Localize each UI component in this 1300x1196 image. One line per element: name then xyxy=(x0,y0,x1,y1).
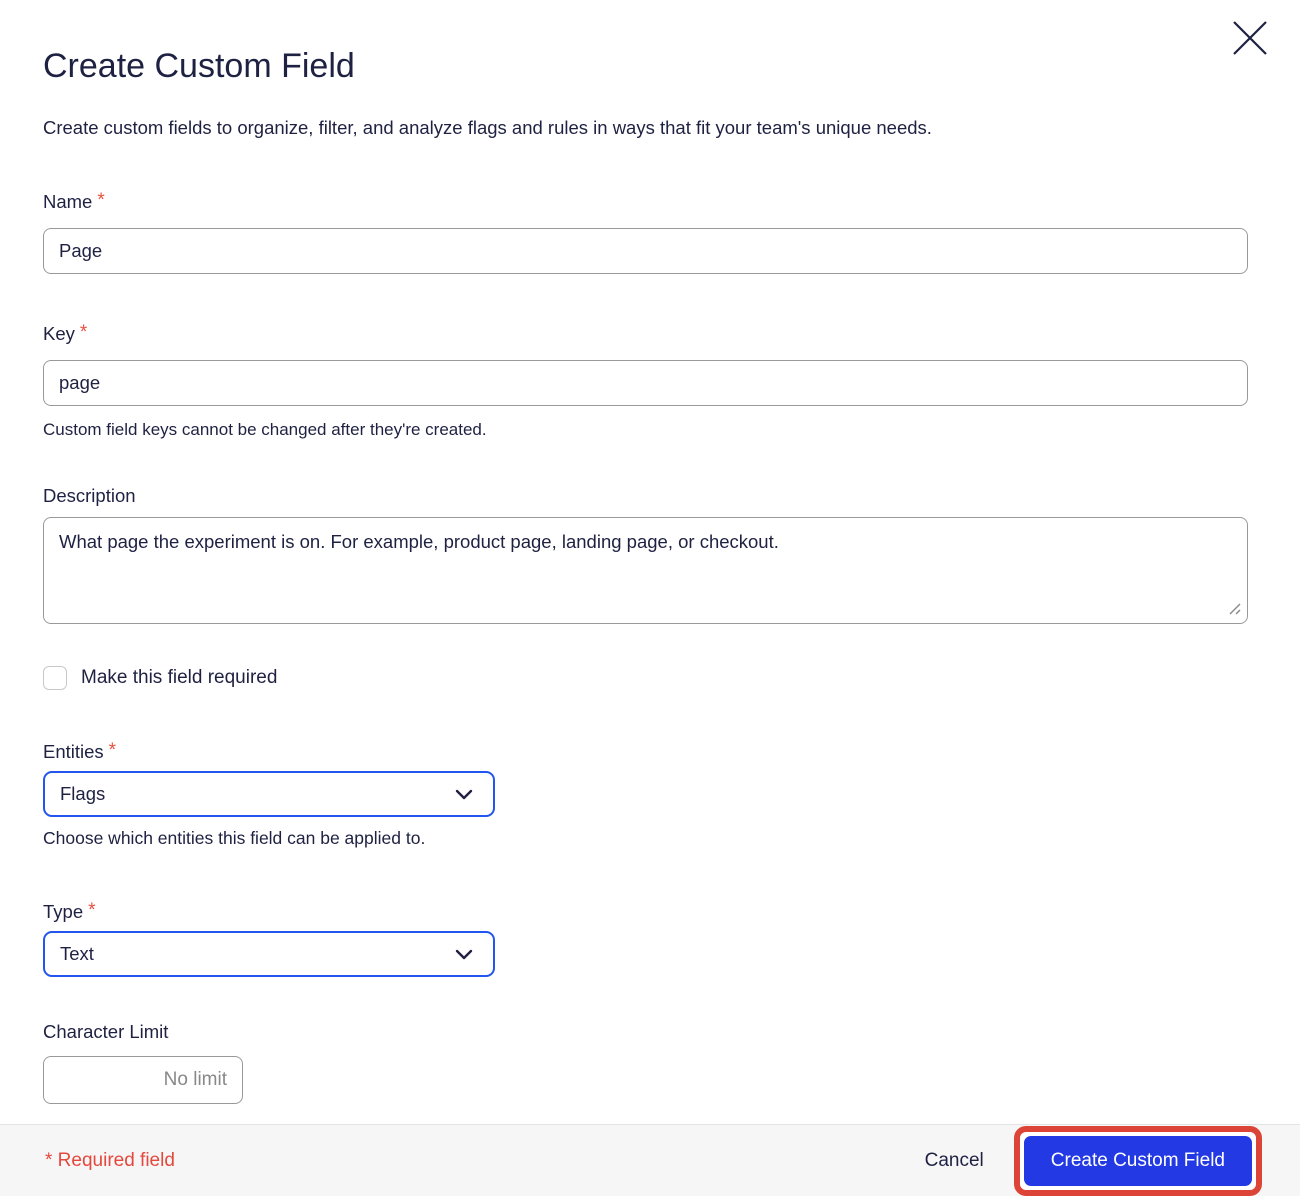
name-field[interactable] xyxy=(43,228,1248,274)
dialog-content: Create Custom Field Create custom fields… xyxy=(0,0,1300,1124)
close-button[interactable] xyxy=(1226,14,1274,62)
entities-required-asterisk: * xyxy=(108,740,117,761)
chevron-down-icon xyxy=(450,780,478,808)
required-checkbox-row: Make this field required xyxy=(43,666,1248,690)
name-field-group: Name * xyxy=(43,190,1248,274)
character-limit-field[interactable] xyxy=(43,1056,243,1104)
make-required-label: Make this field required xyxy=(81,667,278,688)
key-required-asterisk: * xyxy=(79,322,88,343)
character-limit-label: Character Limit xyxy=(43,1021,169,1042)
close-icon xyxy=(1228,16,1272,60)
create-custom-field-dialog: Create Custom Field Create custom fields… xyxy=(0,0,1300,1196)
type-selected-value: Text xyxy=(60,943,94,964)
dialog-subtitle: Create custom fields to organize, filter… xyxy=(43,117,932,138)
make-required-checkbox[interactable] xyxy=(43,666,67,690)
entities-label: Entities xyxy=(43,741,104,762)
name-required-asterisk: * xyxy=(97,190,105,211)
page-title: Create Custom Field xyxy=(43,47,355,85)
dialog-footer: * Required field Cancel Create Custom Fi… xyxy=(0,1124,1300,1196)
character-limit-field-group: Character Limit xyxy=(43,1020,1248,1104)
entities-helper-text: Choose which entities this field can be … xyxy=(43,828,426,848)
description-label: Description xyxy=(43,485,136,506)
key-helper-text: Custom field keys cannot be changed afte… xyxy=(43,420,487,439)
cancel-button[interactable]: Cancel xyxy=(923,1144,986,1178)
description-field[interactable]: What page the experiment is on. For exam… xyxy=(43,517,1248,624)
type-field-group: Type * Text xyxy=(43,900,1248,977)
create-custom-field-button[interactable]: Create Custom Field xyxy=(1023,1135,1252,1186)
entities-field-group: Entities * Flags Choose which entities th… xyxy=(43,740,1248,848)
type-label: Type xyxy=(43,901,84,922)
type-required-asterisk: * xyxy=(88,900,96,921)
key-label: Key xyxy=(43,323,75,344)
name-label: Name xyxy=(43,191,93,212)
chevron-down-icon xyxy=(450,940,478,968)
key-field[interactable] xyxy=(43,360,1248,406)
annotation-highlight: Create Custom Field xyxy=(1013,1125,1262,1196)
key-field-group: Key* Custom field keys cannot be changed… xyxy=(43,322,1248,440)
required-field-note: * Required field xyxy=(45,1149,175,1171)
entities-selected-value: Flags xyxy=(60,783,106,804)
description-field-group: Description What page the experiment is … xyxy=(43,484,1248,624)
type-select[interactable]: Text xyxy=(43,931,495,977)
entities-select[interactable]: Flags xyxy=(43,771,495,817)
